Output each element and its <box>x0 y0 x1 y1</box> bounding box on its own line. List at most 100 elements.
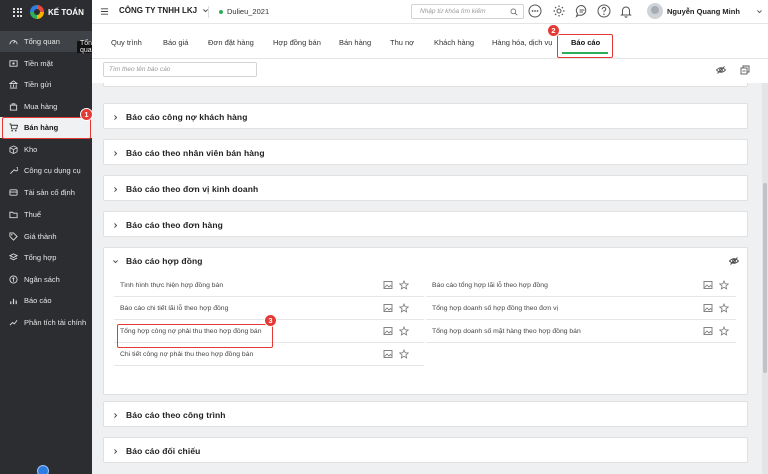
sidebar-top: KẾ TOÁN <box>0 0 92 24</box>
sidebar-item-mua-hang[interactable]: Mua hàng <box>0 96 92 117</box>
sidebar-item-label: Mua hàng <box>24 102 58 111</box>
report-item[interactable]: Tổng hợp doanh số hợp đồng theo đơn vị <box>426 297 736 320</box>
image-preview-icon[interactable] <box>383 303 393 313</box>
star-icon[interactable] <box>399 280 409 290</box>
sidebar-item-cong-cu-dung-cu[interactable]: Công cụ dụng cụ <box>0 160 92 181</box>
settings-gear-icon[interactable] <box>552 4 566 18</box>
sidebar-item-tai-san-co-dinh[interactable]: Tài sản cố định <box>0 182 92 203</box>
sidebar-item-tien-mat[interactable]: Tiền mặt <box>0 53 92 74</box>
image-preview-icon[interactable] <box>383 349 393 359</box>
tab-ban-hang[interactable]: Bán hàng <box>339 38 371 47</box>
star-icon[interactable] <box>719 280 729 290</box>
sidebar-item-label: Thuế <box>24 210 42 219</box>
sidebar-item-thue[interactable]: Thuế <box>0 204 92 225</box>
report-group-title: Báo cáo theo nhân viên bán hàng <box>126 148 265 158</box>
chevron-down-icon[interactable] <box>756 8 763 15</box>
sidebar-item-label: Ngân sách <box>24 275 60 284</box>
report-group-header[interactable]: Báo cáo hợp đồng <box>104 248 747 274</box>
report-group-doi-chieu[interactable]: Báo cáo đối chiếu <box>103 437 748 463</box>
star-icon[interactable] <box>399 303 409 313</box>
image-preview-icon[interactable] <box>703 280 713 290</box>
help-bubble-icon[interactable] <box>37 465 49 474</box>
bank-icon <box>9 80 18 89</box>
report-group-don-hang[interactable]: Báo cáo theo đơn hàng <box>103 211 748 237</box>
app-logo[interactable]: KẾ TOÁN <box>30 5 84 19</box>
sidebar-item-gia-thanh[interactable]: Giá thành <box>0 226 92 247</box>
company-name: CÔNG TY TNHH LKJ <box>119 6 198 15</box>
layers-icon <box>9 253 18 262</box>
budget-icon <box>9 275 18 284</box>
tab-quy-trinh[interactable]: Quy trình <box>111 38 142 47</box>
hide-eye-icon[interactable] <box>716 65 726 75</box>
report-list-area: Báo cáo công nợ khách hàng Báo cáo theo … <box>92 83 768 474</box>
content-scrollbar[interactable] <box>762 83 768 474</box>
app-grid-icon[interactable] <box>13 7 22 17</box>
star-icon[interactable] <box>719 326 729 336</box>
tab-thu-no[interactable]: Thu nợ <box>390 38 414 47</box>
report-group-cong-no-khach-hang[interactable]: Báo cáo công nợ khách hàng <box>103 103 748 129</box>
chevron-right-icon <box>112 186 119 193</box>
more-options-icon[interactable] <box>528 4 542 18</box>
sidebar-item-tien-gui[interactable]: Tiền gửi <box>0 74 92 95</box>
tools-icon <box>9 166 18 175</box>
sidebar-item-label: Tài sản cố định <box>24 188 75 197</box>
image-preview-icon[interactable] <box>703 326 713 336</box>
tab-khach-hang[interactable]: Khách hàng <box>434 38 474 47</box>
sidebar: KẾ TOÁN Tổng quan Tiền mặt Tiền gửi Mua … <box>0 0 99 474</box>
star-icon[interactable] <box>399 349 409 359</box>
report-item[interactable]: Báo cáo tổng hợp lãi lỗ theo hợp đồng <box>426 274 736 297</box>
report-group-don-vi-kinh-doanh[interactable]: Báo cáo theo đơn vị kinh doanh <box>103 175 748 201</box>
chat-icon[interactable] <box>575 4 589 18</box>
sidebar-item-kho[interactable]: Kho <box>0 139 92 160</box>
notification-bell-icon[interactable] <box>619 4 633 18</box>
report-item-label: Tình hình thực hiện hợp đồng bán <box>120 281 224 289</box>
dataset-selector[interactable]: Dulieu_2021 <box>219 7 269 16</box>
asset-icon <box>9 188 18 197</box>
sidebar-item-label: Tổng hợp <box>24 253 57 262</box>
sidebar-item-phan-tich-tai-chinh[interactable]: Phân tích tài chính <box>0 312 92 333</box>
star-icon[interactable] <box>719 303 729 313</box>
report-item-label: Chi tiết công nợ phải thu theo hợp đồng … <box>120 350 254 358</box>
star-icon[interactable] <box>399 326 409 336</box>
scrollbar-thumb[interactable] <box>763 183 767 373</box>
trend-icon <box>9 318 18 327</box>
search-icon[interactable] <box>510 8 518 16</box>
gauge-icon <box>9 37 18 46</box>
tag-icon <box>9 232 18 241</box>
search-placeholder: Nhập từ khóa tìm kiếm <box>420 8 486 15</box>
hide-eye-icon[interactable] <box>729 256 739 266</box>
sidebar-item-bao-cao[interactable]: Báo cáo <box>0 290 92 311</box>
global-search-input[interactable]: Nhập từ khóa tìm kiếm <box>411 4 524 19</box>
sidebar-item-ngan-sach[interactable]: Ngân sách <box>0 269 92 290</box>
sidebar-item-tong-hop[interactable]: Tổng hợp <box>0 247 92 268</box>
report-group-nhan-vien-ban-hang[interactable]: Báo cáo theo nhân viên bán hàng <box>103 139 748 165</box>
tab-hop-dong-ban[interactable]: Hợp đồng bán <box>273 38 321 47</box>
callout-badge-3: 3 <box>264 314 277 327</box>
callout-box-1 <box>2 117 91 139</box>
user-name[interactable]: Nguyễn Quang Minh <box>667 7 740 16</box>
report-search-input[interactable]: Tìm theo tên báo cáo <box>103 62 257 77</box>
image-preview-icon[interactable] <box>703 303 713 313</box>
image-preview-icon[interactable] <box>383 326 393 336</box>
callout-badge-2: 2 <box>547 24 560 37</box>
company-selector[interactable]: CÔNG TY TNHH LKJ <box>119 6 209 15</box>
report-group-partial <box>103 83 748 87</box>
report-group-hop-dong: Báo cáo hợp đồng Tình hình thực hiện hợp… <box>103 247 748 395</box>
user-avatar[interactable] <box>647 3 663 19</box>
tab-bao-gia[interactable]: Báo giá <box>163 38 188 47</box>
tab-don-dat-hang[interactable]: Đơn đặt hàng <box>208 38 254 47</box>
box-icon <box>9 145 18 154</box>
image-preview-icon[interactable] <box>383 280 393 290</box>
collapse-all-icon[interactable] <box>740 65 750 75</box>
sidebar-item-label: Công cụ dụng cụ <box>24 166 81 175</box>
report-item[interactable]: Tình hình thực hiện hợp đồng bán <box>114 274 424 297</box>
hamburger-menu-icon[interactable] <box>100 7 109 16</box>
header-divider <box>208 6 209 18</box>
help-icon[interactable] <box>597 4 611 18</box>
folder-icon <box>9 210 18 219</box>
report-group-cong-trinh[interactable]: Báo cáo theo công trình <box>103 401 748 427</box>
tab-hang-hoa-dich-vu[interactable]: Hàng hóa, dịch vụ <box>492 38 552 47</box>
chevron-right-icon <box>112 412 119 419</box>
report-item[interactable]: Tổng hợp doanh số mặt hàng theo hợp đồng… <box>426 320 736 343</box>
report-group-title: Báo cáo theo công trình <box>126 410 226 420</box>
